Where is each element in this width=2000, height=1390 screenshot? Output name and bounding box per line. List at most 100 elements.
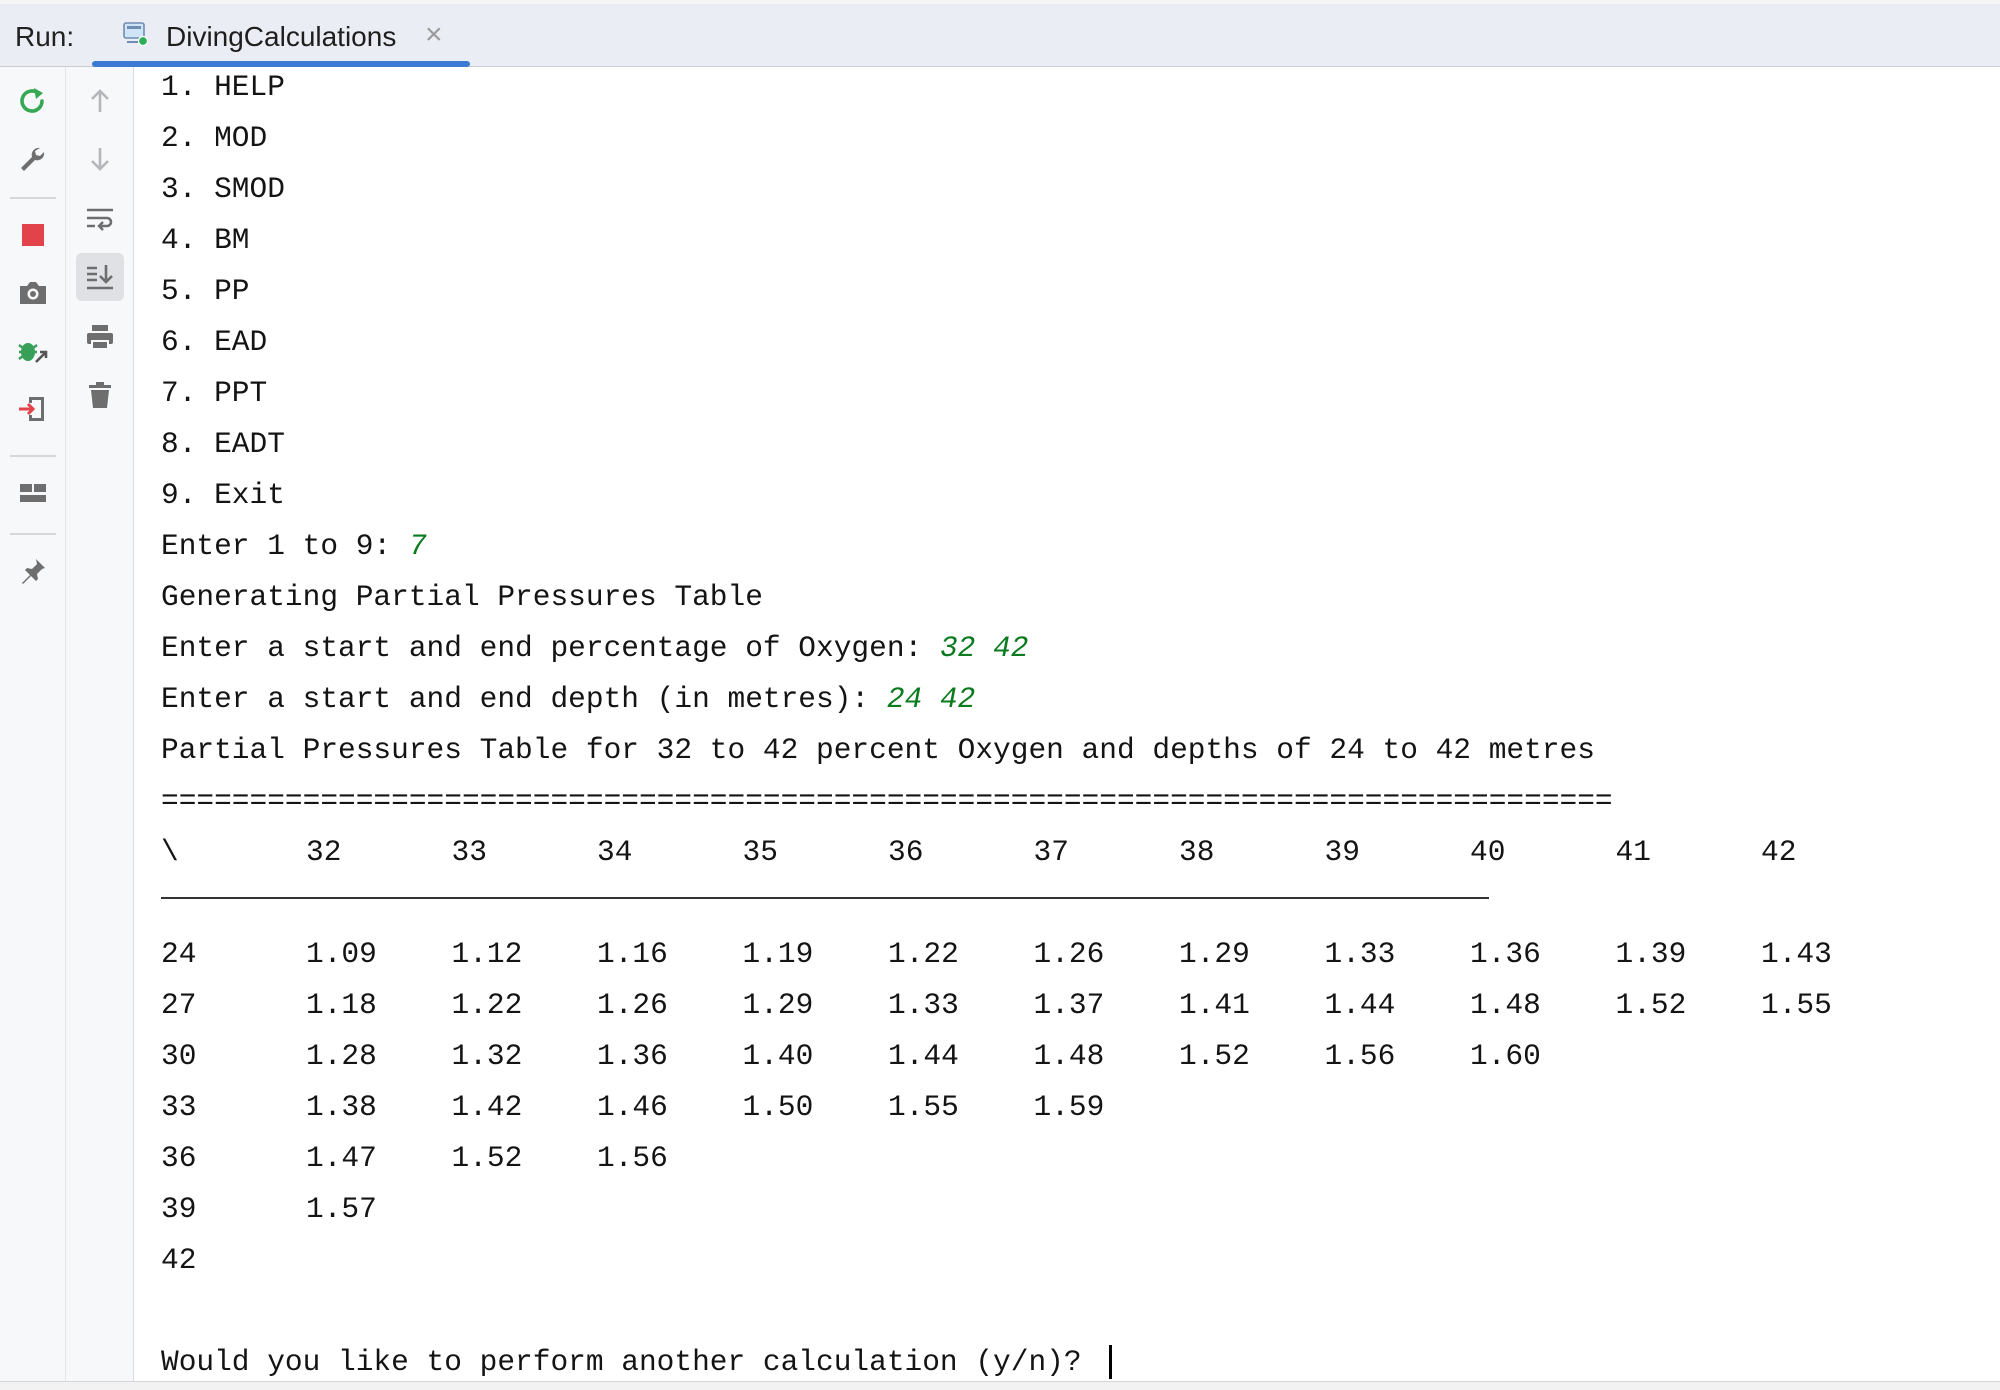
- table-cell: 1.52: [1179, 1039, 1250, 1073]
- table-cell: 1.41: [1179, 988, 1250, 1022]
- down-arrow-icon: [91, 148, 109, 171]
- user-input-oxygen: 32 42: [939, 631, 1029, 665]
- close-tab-icon[interactable]: ×: [425, 18, 443, 52]
- table-cell: 1.48: [1033, 1039, 1105, 1073]
- user-input-choice: 7: [408, 529, 427, 563]
- menu-item: 5. PP: [161, 274, 250, 308]
- toolbar-separator: [10, 197, 56, 199]
- row-header-depth: 30: [161, 1039, 197, 1073]
- table-cell: 1.29: [742, 988, 814, 1022]
- rerun-button[interactable]: [9, 77, 57, 125]
- table-cell: 1.32: [451, 1039, 523, 1073]
- choice-prompt: Enter 1 to 9:: [161, 529, 409, 563]
- run-config-icon: [123, 22, 148, 46]
- column-header: 34: [597, 835, 633, 869]
- menu-item: 9. Exit: [161, 478, 285, 512]
- debug-swap-button[interactable]: [9, 327, 57, 375]
- table-cell: 1.12: [451, 937, 523, 971]
- soft-wrap-button[interactable]: [76, 195, 124, 243]
- table-cell: 1.18: [306, 988, 377, 1022]
- column-header: 39: [1324, 835, 1360, 869]
- pin-tab-button[interactable]: [9, 547, 57, 595]
- run-secondary-toolbar: [66, 67, 134, 1390]
- row-header-depth: 36: [161, 1141, 197, 1175]
- table-cell: 1.16: [597, 937, 668, 971]
- previous-occurrence-button[interactable]: [76, 77, 124, 125]
- table-separator: ========================================…: [161, 784, 1613, 818]
- menu-item: 3. SMOD: [161, 172, 285, 206]
- run-primary-toolbar: [0, 67, 66, 1390]
- table-cell: 1.56: [1324, 1039, 1396, 1073]
- column-header: 38: [1179, 835, 1215, 869]
- table-cell: 1.48: [1470, 988, 1541, 1022]
- table-header-rule: [161, 897, 1489, 899]
- stop-icon: [22, 224, 44, 246]
- table-cell: 1.33: [1324, 937, 1396, 971]
- status-message: Generating Partial Pressures Table: [161, 580, 763, 614]
- menu-item: 1. HELP: [161, 70, 285, 104]
- table-cell: 1.59: [1033, 1090, 1105, 1124]
- table-title: Partial Pressures Table for 32 to 42 per…: [161, 733, 1595, 767]
- table-cell: 1.29: [1179, 937, 1250, 971]
- table-cell: 1.28: [306, 1039, 377, 1073]
- edit-configuration-button[interactable]: [9, 135, 57, 183]
- text-cursor: [1109, 1345, 1113, 1380]
- print-button[interactable]: [76, 313, 124, 361]
- menu-item: 8. EADT: [161, 427, 285, 461]
- final-prompt-line[interactable]: Would you like to perform another calcul…: [161, 1342, 1113, 1382]
- oxygen-prompt-line: Enter a start and end percentage of Oxyg…: [161, 628, 1028, 668]
- console-output[interactable]: 1. HELP 2. MOD 3. SMOD 4. BM 5. PP 6. EA…: [161, 67, 1981, 1380]
- layout-icon: [20, 484, 46, 502]
- camera-icon: [20, 282, 46, 304]
- table-cell: 1.09: [306, 937, 377, 971]
- exit-to-icon: [19, 397, 44, 421]
- rerun-icon: [20, 88, 44, 113]
- table-cell: 1.47: [306, 1141, 377, 1175]
- table-cell: 1.26: [1033, 937, 1105, 971]
- user-input-depth: 24 42: [886, 682, 976, 716]
- column-header: 42: [1761, 835, 1797, 869]
- table-cell: 1.52: [1615, 988, 1687, 1022]
- clear-all-button[interactable]: [76, 371, 124, 419]
- table-cell: 1.40: [742, 1039, 814, 1073]
- scroll-to-end-icon: [87, 265, 113, 290]
- row-header-depth: 39: [161, 1192, 197, 1226]
- pin-icon: [22, 559, 45, 584]
- table-cell: 1.19: [742, 937, 814, 971]
- layout-button[interactable]: [9, 469, 57, 517]
- tab-diving-calculations[interactable]: DivingCalculations ×: [92, 4, 470, 67]
- run-tool-window-header: Run: DivingCalculations ×: [0, 4, 2000, 67]
- table-cell: 1.38: [306, 1090, 377, 1124]
- depth-prompt: Enter a start and end depth (in metres):: [161, 682, 887, 716]
- table-cell: 1.60: [1470, 1039, 1541, 1073]
- soft-wrap-icon: [87, 208, 113, 231]
- choice-prompt-line: Enter 1 to 9: 7: [161, 526, 427, 566]
- column-header: 32: [306, 835, 342, 869]
- row-header-depth: 42: [161, 1243, 197, 1277]
- table-cell: 1.56: [597, 1141, 668, 1175]
- table-cell: 1.46: [597, 1090, 668, 1124]
- toolbar-separator: [10, 455, 56, 457]
- column-header: 33: [451, 835, 487, 869]
- dump-threads-button[interactable]: [9, 269, 57, 317]
- oxygen-prompt: Enter a start and end percentage of Oxyg…: [161, 631, 940, 665]
- next-occurrence-button[interactable]: [76, 135, 124, 183]
- table-cell: 1.36: [597, 1039, 668, 1073]
- table-cell: 1.44: [888, 1039, 959, 1073]
- final-prompt: Would you like to perform another calcul…: [161, 1345, 1100, 1379]
- table-cell: 1.43: [1761, 937, 1832, 971]
- debug-swap-icon: [18, 343, 48, 363]
- up-arrow-icon: [91, 89, 109, 112]
- table-cell: 1.33: [888, 988, 959, 1022]
- table-cell: 1.22: [888, 937, 959, 971]
- menu-item: 7. PPT: [161, 376, 268, 410]
- table-cell: 1.50: [742, 1090, 814, 1124]
- toolbar-separator: [10, 533, 56, 535]
- table-cell: 1.22: [451, 988, 523, 1022]
- exit-button[interactable]: [9, 385, 57, 433]
- tab-title: DivingCalculations: [166, 21, 397, 52]
- row-header-depth: 27: [161, 988, 197, 1022]
- scroll-to-end-button[interactable]: [76, 253, 124, 301]
- stop-button[interactable]: [9, 211, 57, 259]
- table-cell: 1.36: [1470, 937, 1541, 971]
